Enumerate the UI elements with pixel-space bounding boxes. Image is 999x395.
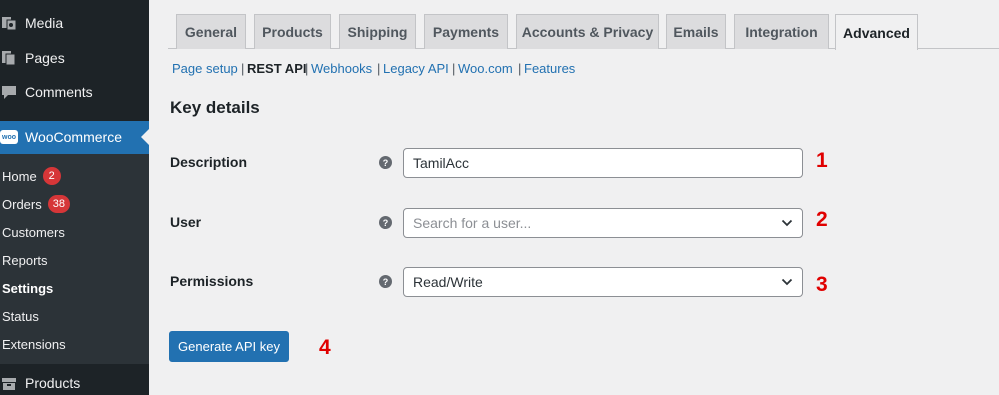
media-icon <box>0 14 18 32</box>
sidebar-item-woocommerce[interactable]: woo WooCommerce <box>0 121 149 154</box>
chevron-down-icon <box>781 219 793 227</box>
section-title: Key details <box>170 98 260 117</box>
annotation-marker: 4 <box>319 336 331 359</box>
subsection-separator: | <box>377 61 381 76</box>
submenu-item-label: Status <box>2 309 39 324</box>
tab-products[interactable]: Products <box>254 14 331 49</box>
subsection-separator: | <box>241 61 245 76</box>
permissions-label: Permissions <box>170 273 254 289</box>
tab-general[interactable]: General <box>176 14 246 49</box>
subsection-link-page-setup[interactable]: Page setup <box>172 61 238 76</box>
woocommerce-icon: woo <box>0 130 18 144</box>
sidebar-item-label: WooCommerce <box>25 129 122 145</box>
submenu-item-status[interactable]: Status <box>2 309 39 324</box>
notification-count-badge: 2 <box>42 167 61 185</box>
subsection-separator: | <box>452 61 456 76</box>
sidebar-item-label: Comments <box>25 84 93 100</box>
submenu-item-home[interactable]: Home 2 <box>2 167 61 185</box>
tab-accounts-privacy[interactable]: Accounts & Privacy <box>516 14 659 49</box>
annotation-marker: 1 <box>816 149 828 172</box>
subsection-link-features[interactable]: Features <box>524 61 575 76</box>
annotation-marker: 3 <box>816 273 828 296</box>
submenu-item-customers[interactable]: Customers <box>2 225 65 240</box>
sidebar-item-media[interactable]: Media <box>0 14 149 32</box>
submenu-item-label: Orders <box>2 196 42 212</box>
pages-icon <box>0 49 18 67</box>
tab-emails[interactable]: Emails <box>666 14 726 49</box>
sidebar-item-label: Products <box>25 375 81 391</box>
annotation-marker: 2 <box>816 208 828 231</box>
help-icon[interactable]: ? <box>379 275 392 288</box>
woocommerce-submenu: Home 2 Orders 38 Customers Reports Setti… <box>0 154 149 364</box>
permissions-select[interactable]: Read/Write <box>403 267 803 297</box>
user-select-placeholder: Search for a user... <box>413 215 532 231</box>
user-select[interactable]: Search for a user... <box>403 208 803 238</box>
help-icon[interactable]: ? <box>379 216 392 229</box>
sidebar-item-label: Media <box>25 15 64 31</box>
comments-icon <box>0 83 18 101</box>
tab-payments[interactable]: Payments <box>424 14 508 49</box>
subsection-link-woo-com[interactable]: Woo.com <box>458 61 513 76</box>
submenu-item-reports[interactable]: Reports <box>2 253 48 268</box>
subsection-link-webhooks[interactable]: Webhooks <box>311 61 372 76</box>
chevron-down-icon <box>781 278 793 286</box>
submenu-item-settings[interactable]: Settings <box>2 281 53 296</box>
sidebar-item-comments[interactable]: Comments <box>0 83 149 101</box>
generate-api-key-button[interactable]: Generate API key <box>169 331 289 362</box>
user-label: User <box>170 214 202 230</box>
sidebar-item-pages[interactable]: Pages <box>0 49 149 67</box>
subsection-link-legacy-api[interactable]: Legacy API <box>383 61 449 76</box>
subsection-link-rest-api[interactable]: REST API <box>247 61 306 76</box>
tab-integration[interactable]: Integration <box>734 14 829 49</box>
subsection-separator: | <box>518 61 522 76</box>
submenu-item-label: Settings <box>2 281 54 296</box>
permissions-select-value: Read/Write <box>413 274 483 290</box>
submenu-item-extensions[interactable]: Extensions <box>2 337 66 352</box>
description-label: Description <box>170 154 248 170</box>
submenu-item-label: Reports <box>2 253 48 268</box>
tab-advanced[interactable]: Advanced <box>835 14 918 50</box>
submenu-item-label: Customers <box>2 225 65 240</box>
sidebar-item-products[interactable]: Products <box>0 374 149 392</box>
admin-sidebar: Media Pages Comments woo WooCommerce Hom… <box>0 0 149 395</box>
description-input[interactable]: TamilAcc <box>403 148 803 178</box>
subsection-separator: | <box>305 61 309 76</box>
submenu-item-label: Extensions <box>2 337 66 352</box>
sidebar-item-label: Pages <box>25 50 65 66</box>
products-icon <box>0 374 18 392</box>
notification-count-badge: 38 <box>47 195 70 213</box>
help-icon[interactable]: ? <box>379 156 392 169</box>
submenu-item-label: Home <box>2 168 37 184</box>
tab-shipping[interactable]: Shipping <box>339 14 416 49</box>
submenu-item-orders[interactable]: Orders 38 <box>2 195 70 213</box>
